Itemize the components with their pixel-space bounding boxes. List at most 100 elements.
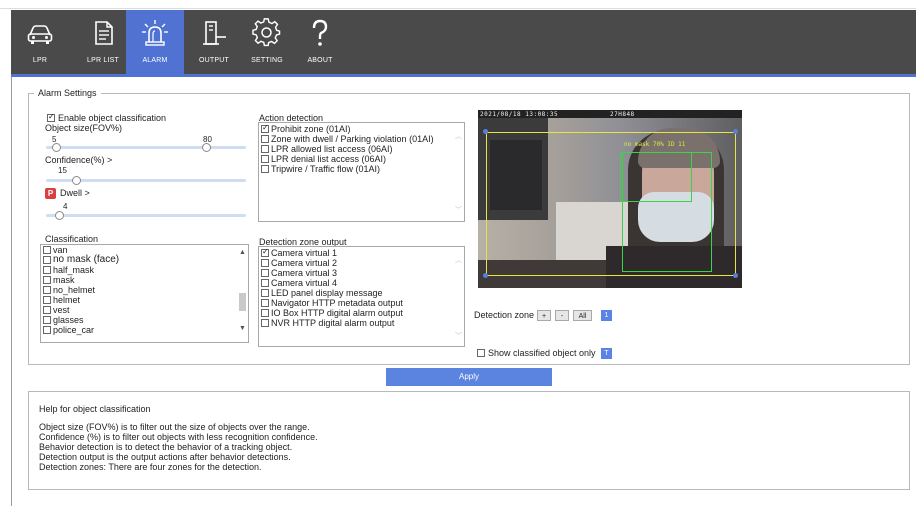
classification-item[interactable]: no mask (face): [41, 255, 237, 265]
classification-item[interactable]: police_car: [41, 325, 237, 335]
output-item[interactable]: Camera virtual 3: [259, 268, 453, 278]
classification-item-label: half_mask: [53, 265, 95, 275]
classification-scrollbar[interactable]: ▲ ▼: [237, 245, 248, 342]
action-item[interactable]: Zone with dwell / Parking violation (01A…: [259, 134, 453, 144]
output-plug-icon: [203, 21, 226, 45]
output-item-checkbox[interactable]: [261, 279, 269, 287]
action-item-checkbox[interactable]: [261, 165, 269, 173]
output-item[interactable]: Camera virtual 2: [259, 258, 453, 268]
apply-button[interactable]: Apply: [386, 368, 552, 386]
classification-item[interactable]: no_helmet: [41, 285, 237, 295]
output-item[interactable]: Navigator HTTP metadata output: [259, 298, 453, 308]
action-item-checkbox[interactable]: [261, 155, 269, 163]
scroll-down-icon[interactable]: ﹀: [455, 205, 462, 215]
dwell-slider-track[interactable]: [46, 214, 246, 217]
action-item[interactable]: LPR allowed list access (06AI): [259, 144, 453, 154]
zone-handle[interactable]: [483, 273, 488, 278]
output-item-checkbox[interactable]: [261, 319, 269, 327]
action-item-label: LPR allowed list access (06AI): [271, 144, 393, 154]
scroll-up-icon[interactable]: ︿: [455, 255, 462, 265]
help-line: Detection zones: There are four zones fo…: [39, 462, 262, 472]
confidence-handle[interactable]: [72, 176, 81, 185]
classification-item-label: no_helmet: [53, 285, 96, 295]
action-scrollbar[interactable]: ︿ ﹀: [453, 123, 464, 221]
output-item-checkbox[interactable]: [261, 259, 269, 267]
scroll-up-icon[interactable]: ︿: [455, 131, 462, 141]
nav-item-lpr-list[interactable]: LPR LIST: [74, 10, 132, 74]
output-item-checkbox[interactable]: [261, 309, 269, 317]
dwell-value: 4: [63, 202, 68, 211]
zone-handle[interactable]: [733, 273, 738, 278]
classification-item[interactable]: mask: [41, 275, 237, 285]
classification-item[interactable]: glasses: [41, 315, 237, 325]
output-item[interactable]: Camera virtual 4: [259, 278, 453, 288]
classification-item-checkbox[interactable]: [43, 306, 51, 314]
alarm-siren-icon: [142, 20, 168, 46]
zone-number-button[interactable]: 1: [601, 310, 612, 321]
nav-item-alarm[interactable]: ALARM: [126, 10, 184, 74]
detection-zone-output-list[interactable]: Camera virtual 1Camera virtual 2Camera v…: [258, 246, 465, 347]
enable-classification-checkbox[interactable]: [47, 112, 55, 122]
show-classified-checkbox[interactable]: [477, 349, 485, 357]
nav-item-about[interactable]: ABOUT: [291, 10, 349, 74]
action-item-checkbox[interactable]: [261, 145, 269, 153]
classification-item[interactable]: vest: [41, 305, 237, 315]
output-item[interactable]: LED panel display message: [259, 288, 453, 298]
zone-handle[interactable]: [733, 129, 738, 134]
action-item-checkbox[interactable]: [261, 123, 269, 133]
classification-item-checkbox[interactable]: [43, 316, 51, 324]
action-item[interactable]: Prohibit zone (01AI): [259, 123, 453, 134]
zone-all-button[interactable]: All: [573, 310, 592, 321]
car-icon: [27, 25, 53, 44]
action-item[interactable]: LPR denial list access (06AI): [259, 154, 453, 164]
help-line: Object size (FOV%) is to filter out the …: [39, 422, 310, 432]
nav-item-setting[interactable]: SETTING: [238, 10, 296, 74]
classification-item-checkbox[interactable]: [43, 246, 51, 254]
classification-item-checkbox[interactable]: [43, 286, 51, 294]
scroll-down-icon[interactable]: ﹀: [455, 331, 462, 341]
classification-item[interactable]: half_mask: [41, 265, 237, 275]
classification-item-label: police_car: [53, 325, 95, 335]
object-size-slider-track[interactable]: [46, 146, 246, 149]
nav-item-lpr[interactable]: LPR: [11, 10, 69, 74]
object-size-min-handle[interactable]: [52, 143, 61, 152]
classification-item-checkbox[interactable]: [43, 296, 51, 304]
classification-item-checkbox[interactable]: [43, 256, 51, 264]
action-item-label: Prohibit zone (01AI): [271, 124, 351, 134]
zone-remove-button[interactable]: -: [555, 310, 569, 321]
bbox-label: no mask 70% ID 11: [624, 141, 686, 148]
output-item-checkbox[interactable]: [261, 247, 269, 257]
action-item[interactable]: Tripwire / Traffic flow (01AI): [259, 164, 453, 174]
zone-add-button[interactable]: +: [537, 310, 551, 321]
output-scrollbar[interactable]: ︿ ﹀: [453, 247, 464, 346]
output-item-checkbox[interactable]: [261, 299, 269, 307]
scroll-up-icon[interactable]: ▲: [239, 249, 246, 256]
camera-preview[interactable]: 2021/08/18 13:08:35 27H848 no mask 70% I…: [478, 110, 742, 288]
scroll-down-icon[interactable]: ▼: [239, 325, 246, 332]
face-bounding-box: [620, 152, 692, 202]
nav-label-lpr-list: LPR LIST: [87, 57, 119, 64]
classification-item-checkbox[interactable]: [43, 276, 51, 284]
scroll-thumb[interactable]: [239, 293, 246, 311]
action-detection-list[interactable]: Prohibit zone (01AI)Zone with dwell / Pa…: [258, 122, 465, 222]
classification-item-label: glasses: [53, 315, 84, 325]
classification-list[interactable]: van no mask (face) half_mask mask no_helmet h…: [40, 244, 249, 343]
video-osd-right: 27H848: [610, 111, 635, 118]
help-line: Behavior detection is to detect the beha…: [39, 442, 293, 452]
output-item[interactable]: Camera virtual 1: [259, 247, 453, 258]
output-item[interactable]: NVR HTTP digital alarm output: [259, 318, 453, 328]
classification-item-checkbox[interactable]: [43, 266, 51, 274]
action-item-checkbox[interactable]: [261, 135, 269, 143]
nav-item-output[interactable]: OUTPUT: [185, 10, 243, 74]
show-classified-toggle[interactable]: T: [601, 348, 612, 359]
output-item[interactable]: IO Box HTTP digital alarm output: [259, 308, 453, 318]
confidence-value: 15: [58, 166, 67, 175]
classification-item[interactable]: helmet: [41, 295, 237, 305]
classification-item-checkbox[interactable]: [43, 326, 51, 334]
output-item-label: Camera virtual 2: [271, 258, 338, 268]
zone-handle[interactable]: [483, 129, 488, 134]
output-item-checkbox[interactable]: [261, 269, 269, 277]
object-size-max-handle[interactable]: [202, 143, 211, 152]
output-item-checkbox[interactable]: [261, 289, 269, 297]
output-item-label: Camera virtual 1: [271, 248, 338, 258]
